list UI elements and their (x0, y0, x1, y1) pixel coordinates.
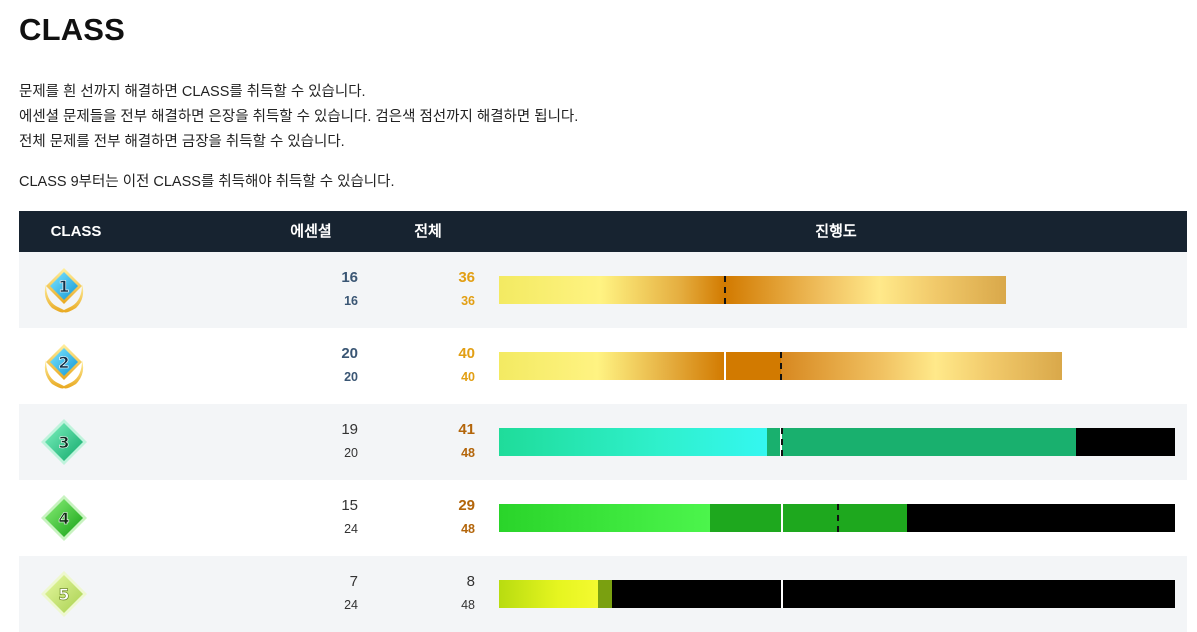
class-2-essential-solved: 20 (341, 345, 358, 362)
class-3-badge-number: 3 (58, 433, 69, 452)
class-2-total-solved: 40 (458, 345, 475, 362)
class-1-essential-solved: 16 (341, 269, 358, 286)
class-1-total-total: 36 (461, 294, 475, 308)
class-4-badge[interactable]: 4 (38, 492, 90, 544)
class-5-progress-bar (499, 580, 1175, 608)
class-1-essential-fill (499, 276, 725, 304)
class-row-2[interactable]: 2 20 20 40 40 (19, 328, 1187, 404)
class-3-total-total: 48 (461, 446, 475, 460)
header-total: 전체 (414, 223, 442, 240)
class-2-class-marker (724, 352, 726, 380)
description-line-3: 전체 문제를 전부 해결하면 금장을 취득할 수 있습니다. (19, 134, 345, 150)
class-4-class-marker (781, 504, 783, 532)
class-3-essential-solved: 19 (341, 421, 358, 438)
class-4-essential: 15 24 (299, 480, 358, 556)
class-5-class-marker (781, 580, 783, 608)
class-3-essential-total: 20 (344, 446, 358, 460)
class-5-total-solved: 8 (466, 573, 475, 590)
gold-laurel-diamond-icon: 2 (44, 344, 84, 389)
class-1-essential: 16 16 (299, 252, 358, 328)
class-4-essential-marker (837, 504, 839, 532)
class-5-essential-total: 24 (344, 598, 358, 612)
description-line-1: 문제를 흰 선까지 해결하면 CLASS를 취득할 수 있습니다. (19, 84, 366, 100)
class-3-progress-bar (499, 428, 1175, 456)
description-line-2: 에센셜 문제들을 전부 해결하면 은장을 취득할 수 있습니다. 검은색 점선까… (19, 109, 579, 125)
class-2-total-total: 40 (461, 370, 475, 384)
class-2-extra-fill (781, 352, 1062, 380)
class-5-badge-number: 5 (58, 585, 69, 604)
class-2-badge-number: 2 (58, 353, 69, 372)
light-green-diamond-icon: 5 (41, 571, 87, 617)
class-2-badge[interactable]: 2 (38, 340, 90, 392)
gold-laurel-diamond-icon: 1 (44, 268, 84, 313)
class-2-progress-bar (499, 352, 1062, 380)
class-4-essential-solved: 15 (341, 497, 358, 514)
class-5-total-total: 48 (461, 598, 475, 612)
class-1-progress-bar (499, 276, 1006, 304)
class-3-class-fill (499, 428, 767, 456)
green-diamond-icon: 4 (41, 495, 87, 541)
class-3-extra-fill (767, 428, 1076, 456)
class-5-total: 8 48 (419, 556, 475, 632)
class-5-essential: 7 24 (299, 556, 358, 632)
header-essential: 에센셜 (290, 223, 332, 240)
class-5-essential-solved: 7 (349, 573, 358, 590)
class-4-total-total: 48 (461, 522, 475, 536)
class-1-badge[interactable]: 1 (38, 264, 90, 316)
class-2-essential-fill (499, 352, 781, 380)
class-prerequisite-note: CLASS 9부터는 이전 CLASS를 취득해야 취득할 수 있습니다. (19, 174, 395, 190)
class-2-essential: 20 20 (299, 328, 358, 404)
class-4-essential-fill (499, 504, 710, 532)
class-3-essential-marker (781, 428, 783, 456)
class-2-total: 40 40 (419, 328, 475, 404)
class-1-essential-total: 16 (344, 294, 358, 308)
class-table: CLASS 에센셜 전체 진행도 1 16 16 36 36 2 20 20 4… (19, 211, 1187, 632)
table-header: CLASS 에센셜 전체 진행도 (19, 211, 1187, 252)
class-5-essential-fill (499, 580, 598, 608)
class-1-essential-marker (724, 276, 726, 304)
class-row-4[interactable]: 4 15 24 29 48 (19, 480, 1187, 556)
class-row-5[interactable]: 5 7 24 8 48 (19, 556, 1187, 632)
class-3-essential: 19 20 (299, 404, 358, 480)
class-2-essential-total: 20 (344, 370, 358, 384)
class-4-badge-number: 4 (58, 509, 69, 528)
class-5-badge[interactable]: 5 (38, 568, 90, 620)
class-4-extra-fill (710, 504, 907, 532)
class-5-extra-fill (598, 580, 612, 608)
green-diamond-icon: 3 (41, 419, 87, 465)
class-2-essential-marker (780, 352, 782, 380)
class-row-3[interactable]: 3 19 20 41 48 (19, 404, 1187, 480)
class-1-extra-fill (725, 276, 1006, 304)
class-4-total-solved: 29 (458, 497, 475, 514)
class-4-total: 29 48 (419, 480, 475, 556)
class-1-badge-number: 1 (58, 277, 69, 296)
class-1-total-solved: 36 (458, 269, 475, 286)
class-4-essential-total: 24 (344, 522, 358, 536)
class-row-1[interactable]: 1 16 16 36 36 (19, 252, 1187, 328)
class-4-progress-bar (499, 504, 1175, 532)
header-progress: 진행도 (815, 223, 857, 240)
class-3-total: 41 48 (419, 404, 475, 480)
page-title: CLASS (19, 12, 126, 47)
class-3-total-solved: 41 (458, 421, 475, 438)
class-description: 문제를 흰 선까지 해결하면 CLASS를 취득할 수 있습니다. 에센셜 문제… (19, 80, 578, 155)
class-3-badge[interactable]: 3 (38, 416, 90, 468)
class-1-total: 36 36 (419, 252, 475, 328)
header-class: CLASS (50, 223, 102, 240)
